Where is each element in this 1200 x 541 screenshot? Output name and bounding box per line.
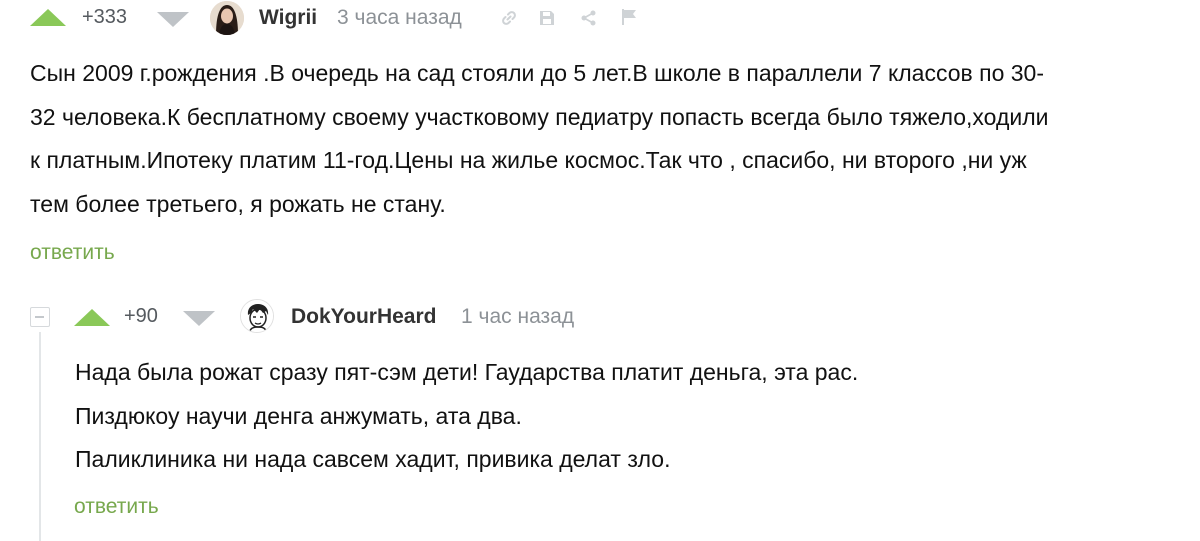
collapse-thread-button[interactable] <box>30 307 50 327</box>
comment-rating: +333 <box>82 6 128 28</box>
reply-author[interactable]: DokYourHeard <box>291 305 436 329</box>
link-icon[interactable] <box>500 9 518 27</box>
reply-rating: +90 <box>124 305 158 327</box>
thread-line[interactable] <box>39 332 41 541</box>
comment-text-line: к платным.Ипотеку платим 11-год.Цены на … <box>30 147 1027 173</box>
flag-icon[interactable] <box>620 8 638 26</box>
reply-body: Нада была рожат сразу пят-сэм дети! Гауд… <box>75 351 1175 482</box>
comment-header: +333 Wigrii 3 часа назад <box>0 0 1200 40</box>
comment-text-line: тем более третьего, я рожать не стану. <box>30 190 446 217</box>
comment-body: Сын 2009 г.рождения .В очередь на сад ст… <box>30 52 1195 226</box>
downvote-button[interactable] <box>183 311 215 326</box>
upvote-button[interactable] <box>30 9 66 26</box>
upvote-button[interactable] <box>74 309 110 326</box>
save-icon[interactable] <box>538 9 556 27</box>
avatar[interactable] <box>240 299 274 333</box>
comment-author[interactable]: Wigrii <box>259 6 317 30</box>
reply-text-line: Паликлиника ни нада савсем хадит, привик… <box>75 446 671 472</box>
reply-link[interactable]: ответить <box>30 241 115 265</box>
reply-text-line: Пиздюкоу научи денга анжумать, ата два. <box>75 402 522 429</box>
share-icon[interactable] <box>580 9 598 27</box>
reply-time[interactable]: 1 час назад <box>461 305 574 329</box>
reply-text-line: Нада была рожат сразу пят-сэм дети! Гауд… <box>75 359 859 385</box>
comment-text-line: 32 человека.К бесплатному своему участко… <box>30 103 1049 130</box>
comment-time[interactable]: 3 часа назад <box>337 6 462 30</box>
reply-link[interactable]: ответить <box>74 495 159 519</box>
downvote-button[interactable] <box>157 12 189 27</box>
avatar[interactable] <box>210 1 244 35</box>
comment-text-line: Сын 2009 г.рождения .В очередь на сад ст… <box>30 60 1045 86</box>
